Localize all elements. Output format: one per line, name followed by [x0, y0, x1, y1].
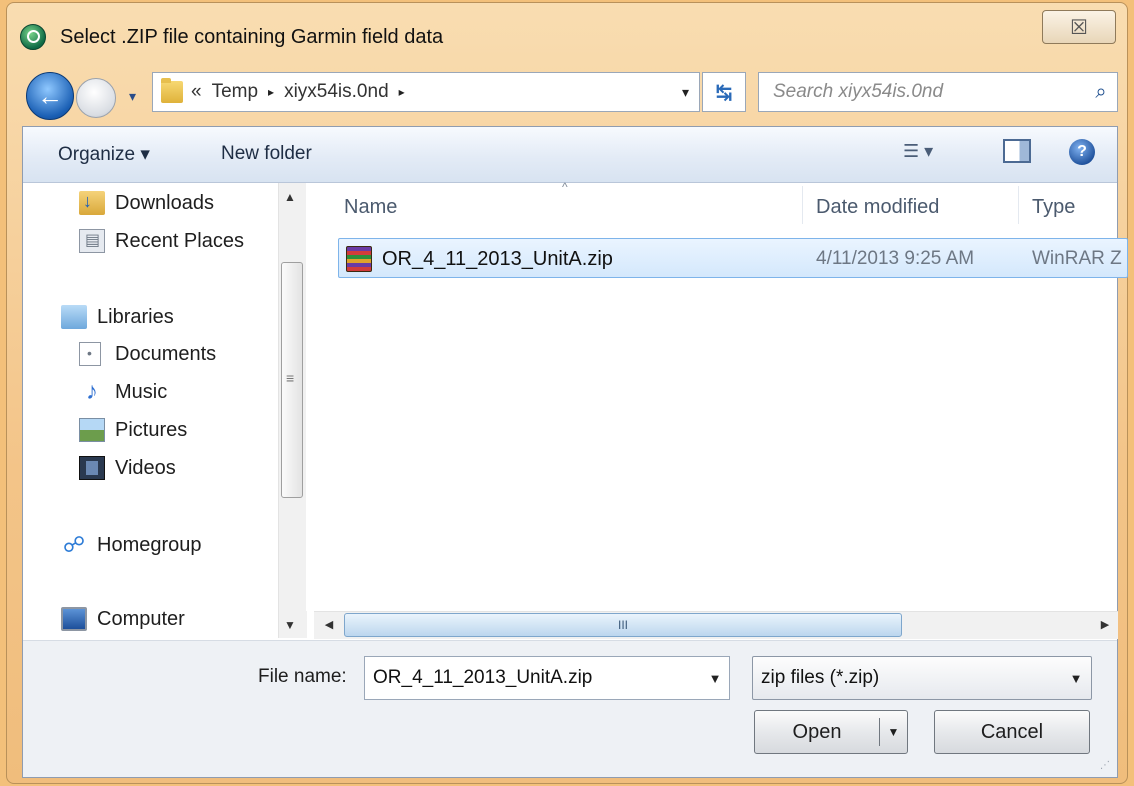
- computer-icon: [61, 607, 87, 631]
- videos-icon: [79, 456, 105, 480]
- close-button[interactable]: ☒: [1042, 10, 1116, 44]
- breadcrumb-overflow[interactable]: «: [191, 81, 202, 103]
- sidebar-item-label: Recent Places: [115, 229, 244, 252]
- sidebar-item-label: Computer: [97, 607, 185, 630]
- folder-icon: [161, 78, 183, 103]
- help-icon[interactable]: ?: [1069, 139, 1095, 165]
- pictures-icon: [79, 418, 105, 442]
- sidebar-item-label: Documents: [115, 342, 217, 365]
- sidebar-item-label: Music: [115, 380, 168, 403]
- winrar-archive-icon: [346, 246, 372, 272]
- sidebar-item-documents[interactable]: Documents: [79, 342, 216, 366]
- column-header-date-modified[interactable]: Date modified: [816, 196, 939, 219]
- new-folder-button[interactable]: New folder: [221, 143, 312, 165]
- scroll-grip-icon: III: [617, 618, 628, 632]
- scroll-up-icon[interactable]: ▲: [284, 190, 296, 204]
- music-icon: ♪: [86, 378, 98, 405]
- organize-menu[interactable]: Organize ▾: [58, 143, 150, 166]
- horizontal-scroll-thumb[interactable]: III: [344, 613, 902, 637]
- sidebar-item-computer[interactable]: Computer: [61, 607, 185, 631]
- file-type-dropdown-icon[interactable]: ▼: [1061, 671, 1091, 686]
- recent-places-icon: [79, 229, 105, 253]
- search-input[interactable]: [759, 80, 1085, 104]
- file-row-date: 4/11/2013 9:25 AM: [816, 248, 975, 269]
- app-logo-icon: [20, 24, 46, 50]
- open-button[interactable]: Open ▼: [754, 710, 908, 754]
- sidebar-item-recent-places[interactable]: Recent Places: [79, 229, 244, 253]
- homegroup-icon: ☍: [62, 532, 86, 557]
- downloads-icon: [79, 191, 105, 215]
- column-header-type[interactable]: Type: [1032, 196, 1075, 219]
- sidebar-item-homegroup[interactable]: ☍ Homegroup: [61, 533, 202, 557]
- scroll-right-icon[interactable]: ▶: [1096, 618, 1114, 636]
- sidebar-item-label: Homegroup: [97, 533, 202, 556]
- navigation-pane: Downloads Recent Places Libraries Docume…: [23, 183, 305, 640]
- breadcrumb-item-current[interactable]: xiyx54is.0nd: [284, 81, 389, 103]
- refresh-button[interactable]: ↹: [702, 72, 746, 112]
- cancel-button[interactable]: Cancel: [934, 710, 1090, 754]
- sidebar-item-downloads[interactable]: Downloads: [79, 191, 214, 215]
- change-view-icon[interactable]: ☰ ▾: [903, 141, 933, 162]
- back-arrow-icon: ←: [37, 80, 63, 111]
- breadcrumb-item-temp[interactable]: Temp: [212, 81, 258, 103]
- sidebar-item-pictures[interactable]: Pictures: [79, 418, 187, 442]
- libraries-icon: [61, 305, 87, 329]
- open-options-dropdown-icon[interactable]: ▼: [880, 725, 907, 739]
- back-button[interactable]: ←: [26, 72, 74, 120]
- cancel-button-label: Cancel: [980, 720, 1044, 743]
- file-name-dropdown-icon[interactable]: ▼: [701, 671, 729, 686]
- file-name-label: File name:: [258, 666, 347, 687]
- documents-icon: [79, 342, 101, 366]
- address-dropdown-icon[interactable]: ▾: [682, 84, 689, 101]
- forward-button[interactable]: [76, 78, 116, 118]
- command-toolbar: Organize ▾ New folder ☰ ▾ ?: [23, 127, 1117, 183]
- file-name-input[interactable]: [365, 666, 701, 690]
- file-type-select[interactable]: zip files (*.zip) ▼: [752, 656, 1092, 700]
- sidebar-item-music[interactable]: ♪ Music: [79, 380, 167, 404]
- column-header-name[interactable]: Name: [344, 196, 397, 219]
- sort-ascending-icon: ^: [562, 180, 568, 194]
- refresh-icon: ↹: [715, 81, 733, 104]
- sidebar-item-libraries[interactable]: Libraries: [61, 305, 174, 329]
- search-box[interactable]: ⌕: [758, 72, 1118, 112]
- search-icon[interactable]: ⌕: [1085, 81, 1117, 104]
- sidebar-item-label: Downloads: [115, 191, 214, 214]
- open-button-label: Open: [792, 720, 842, 743]
- breadcrumb-chevron-icon[interactable]: ▸: [399, 85, 405, 99]
- preview-pane-icon[interactable]: [1003, 139, 1031, 163]
- file-row-type: WinRAR Z: [1032, 248, 1122, 269]
- close-icon: ☒: [1070, 16, 1088, 39]
- file-row-name[interactable]: OR_4_11_2013_UnitA.zip: [382, 248, 613, 271]
- sidebar-item-label: Pictures: [115, 418, 188, 441]
- column-divider[interactable]: [802, 186, 803, 224]
- address-bar[interactable]: « Temp ▸ xiyx54is.0nd ▸ ▾: [152, 72, 700, 112]
- file-name-combobox[interactable]: ▼: [364, 656, 730, 700]
- recent-locations-dropdown[interactable]: ▾: [129, 88, 136, 105]
- scroll-left-icon[interactable]: ◀: [318, 618, 340, 636]
- scroll-grip-icon: ≡: [286, 370, 295, 386]
- breadcrumb-chevron-icon[interactable]: ▸: [268, 85, 274, 99]
- sidebar-item-videos[interactable]: Videos: [79, 456, 176, 480]
- file-type-value: zip files (*.zip): [761, 667, 880, 688]
- scroll-down-icon[interactable]: ▼: [284, 618, 296, 632]
- sidebar-item-label: Libraries: [97, 305, 174, 328]
- sidebar-item-label: Videos: [115, 456, 176, 479]
- column-divider[interactable]: [1018, 186, 1019, 224]
- dialog-title: Select .ZIP file containing Garmin field…: [60, 26, 444, 48]
- resize-grip-icon[interactable]: ⋰: [1100, 760, 1110, 771]
